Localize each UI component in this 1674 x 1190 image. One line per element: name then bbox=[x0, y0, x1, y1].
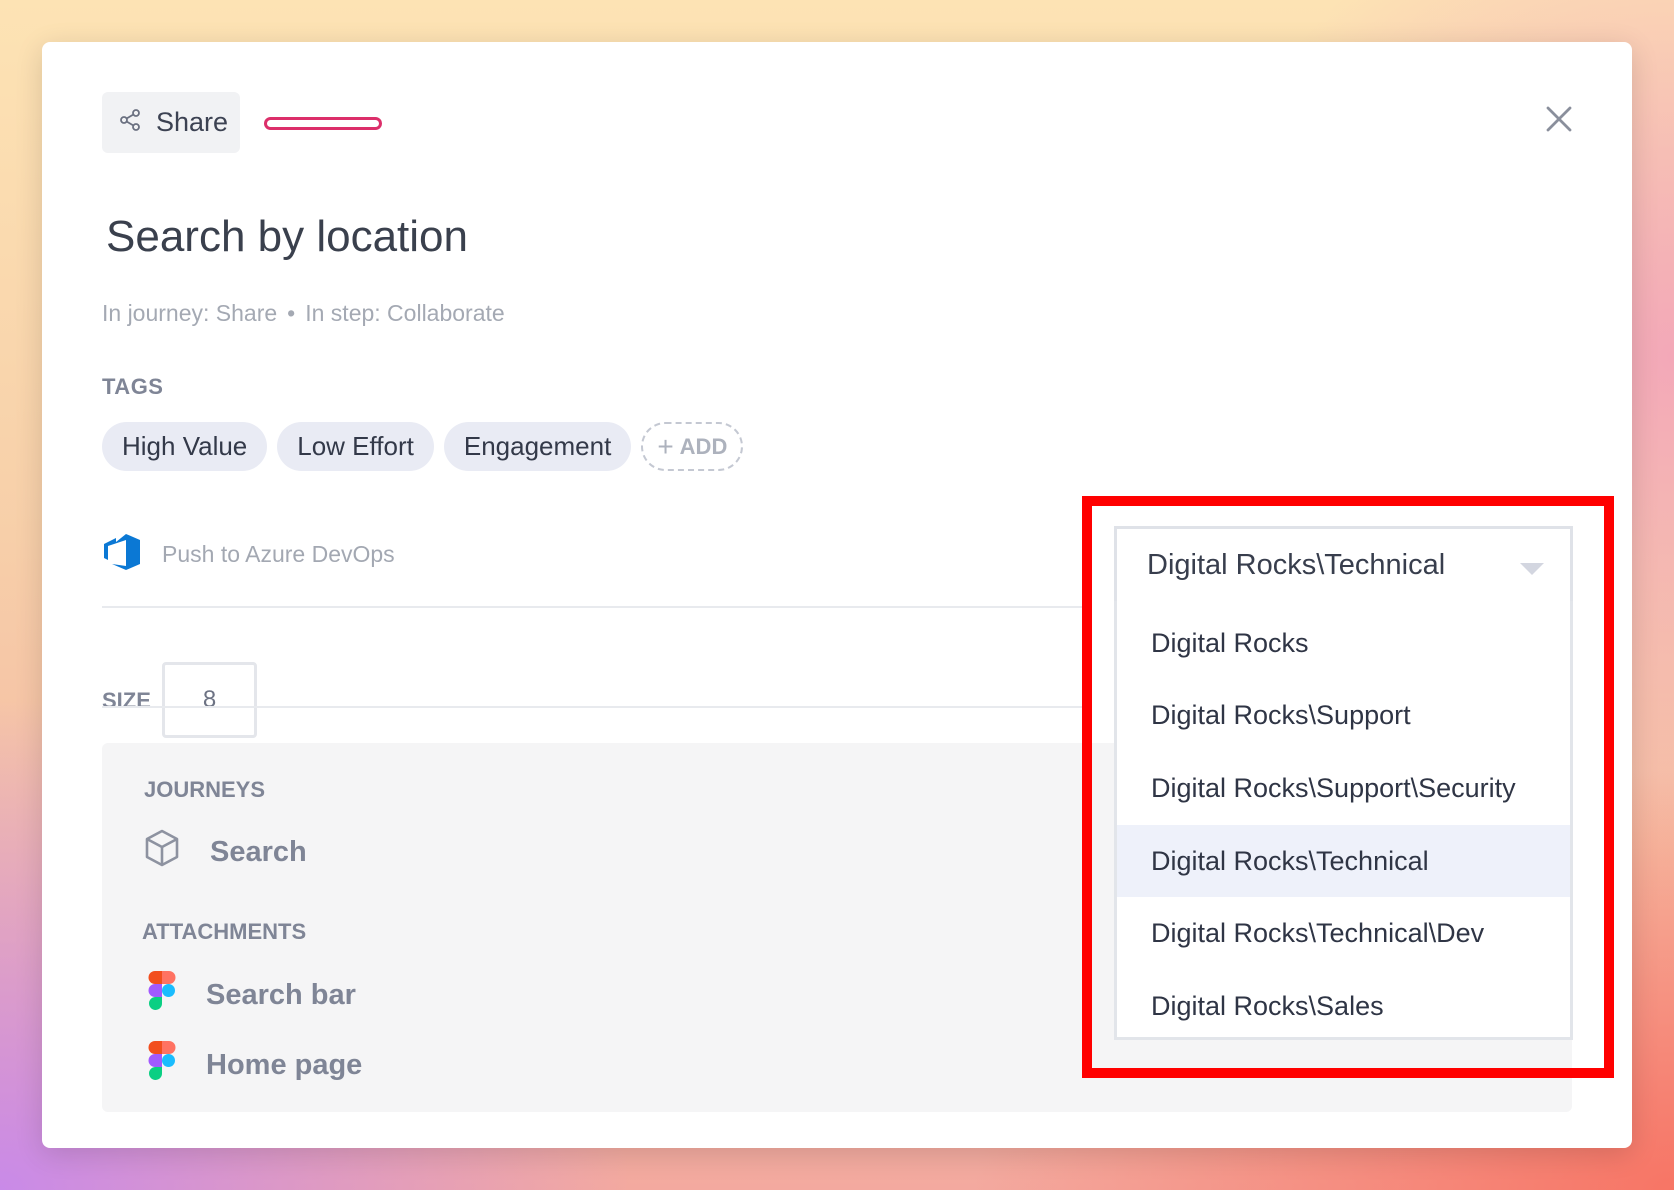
dropdown-option[interactable]: Digital Rocks\Technical\Dev bbox=[1117, 897, 1570, 970]
push-to-azure-label: Push to Azure DevOps bbox=[162, 541, 395, 567]
journey-item[interactable]: Search bbox=[144, 829, 307, 875]
journey-item-label: Search bbox=[210, 835, 307, 868]
journey-crumb[interactable]: In journey: Share bbox=[102, 300, 277, 327]
cube-icon bbox=[144, 829, 180, 875]
divider bbox=[102, 706, 1082, 708]
dropdown-option[interactable]: Digital Rocks\Support\Security bbox=[1117, 752, 1570, 825]
dropdown-option[interactable]: Digital Rocks\Sales bbox=[1117, 970, 1570, 1043]
attachment-item[interactable]: Home page bbox=[148, 1041, 362, 1089]
step-crumb[interactable]: In step: Collaborate bbox=[305, 300, 504, 327]
divider bbox=[102, 606, 1082, 608]
azure-devops-icon bbox=[102, 532, 142, 577]
area-path-dropdown-menu: Digital Rocks Digital Rocks\Support Digi… bbox=[1114, 601, 1573, 1040]
figma-icon bbox=[148, 1041, 176, 1089]
figma-icon bbox=[148, 971, 176, 1019]
card-title: Search by location bbox=[106, 212, 468, 261]
attachment-label: Home page bbox=[206, 1048, 363, 1081]
size-input[interactable]: 8 bbox=[162, 662, 257, 738]
attachments-label: ATTACHMENTS bbox=[142, 919, 307, 944]
add-tag-label: ADD bbox=[679, 433, 728, 459]
area-path-selected-value: Digital Rocks\Technical bbox=[1147, 548, 1446, 581]
dropdown-option[interactable]: Digital Rocks bbox=[1117, 607, 1570, 680]
dropdown-option[interactable]: Digital Rocks\Support bbox=[1117, 680, 1570, 753]
attachment-item[interactable]: Search bar bbox=[148, 971, 356, 1019]
status-pill[interactable] bbox=[264, 117, 382, 130]
add-tag-button[interactable]: + ADD bbox=[641, 422, 744, 471]
size-label: SIZE bbox=[102, 688, 151, 713]
attachment-label: Search bar bbox=[206, 978, 356, 1011]
crumb-separator: • bbox=[287, 300, 296, 326]
tag-list: High Value Low Effort Engagement + ADD bbox=[102, 422, 744, 471]
journeys-label: JOURNEYS bbox=[144, 777, 266, 802]
tags-label: TAGS bbox=[102, 374, 164, 399]
plus-icon: + bbox=[657, 430, 674, 462]
breadcrumb: In journey: Share • In step: Collaborate bbox=[102, 300, 505, 327]
close-icon[interactable] bbox=[1542, 102, 1576, 136]
tag-low-effort[interactable]: Low Effort bbox=[277, 422, 434, 471]
share-label: Share bbox=[156, 107, 229, 137]
caret-down-icon bbox=[1520, 563, 1544, 575]
tag-high-value[interactable]: High Value bbox=[102, 422, 268, 471]
dropdown-option-selected[interactable]: Digital Rocks\Technical bbox=[1117, 824, 1570, 898]
share-icon bbox=[118, 108, 142, 137]
tag-engagement[interactable]: Engagement bbox=[443, 422, 632, 471]
azure-devops-row[interactable]: Push to Azure DevOps bbox=[102, 532, 395, 577]
area-path-select[interactable]: Digital Rocks\Technical bbox=[1114, 526, 1573, 604]
share-button[interactable]: Share bbox=[102, 92, 240, 153]
